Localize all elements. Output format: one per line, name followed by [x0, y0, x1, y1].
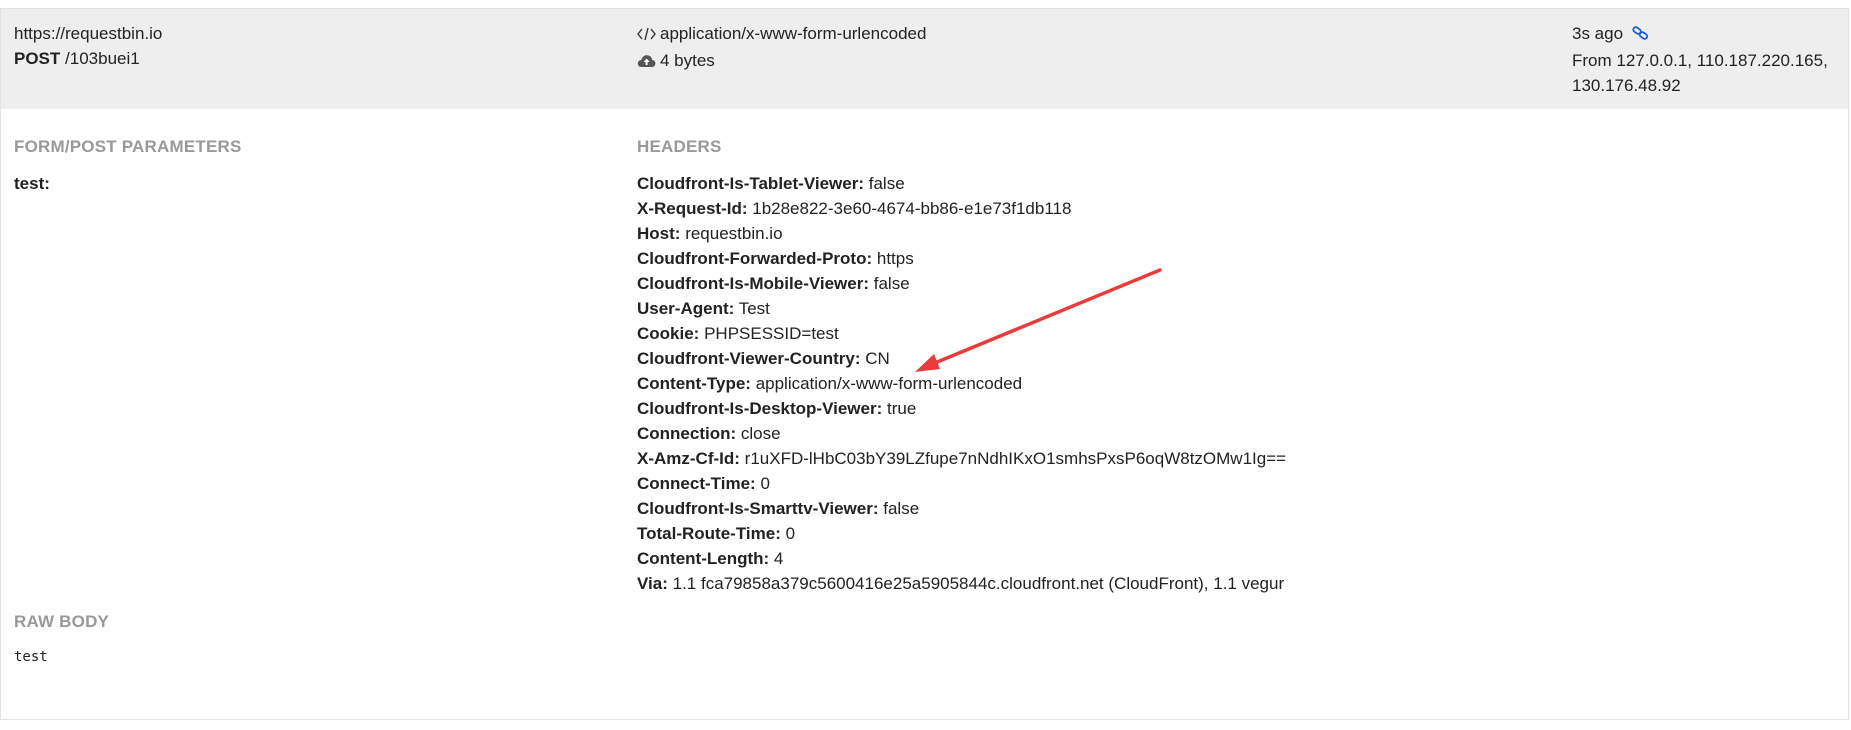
- time-ago: 3s ago: [1572, 24, 1624, 43]
- header-value: 1.1 fca79858a379c5600416e25a5905844c.clo…: [672, 574, 1285, 593]
- content-type-value: application/x-www-form-urlencoded: [660, 24, 927, 43]
- header-key: Connect-Time:: [637, 474, 756, 493]
- raw-body-title: RAW BODY: [14, 612, 110, 631]
- header-key: Content-Length:: [637, 549, 770, 568]
- request-summary: https://requestbin.io POST /103buei1 app…: [1, 9, 1848, 109]
- form-param-key: test:: [14, 174, 50, 193]
- request-line: POST /103buei1: [14, 46, 162, 71]
- header-row: Cloudfront-Forwarded-Proto: https: [637, 246, 1286, 271]
- header-key: Host:: [637, 224, 681, 243]
- header-key: Cloudfront-Is-Smarttv-Viewer:: [637, 499, 879, 518]
- header-key: X-Request-Id:: [637, 199, 748, 218]
- header-row: Connect-Time: 0: [637, 471, 1286, 496]
- header-row: Host: requestbin.io: [637, 221, 1286, 246]
- headers-list: Cloudfront-Is-Tablet-Viewer: false X-Req…: [637, 171, 1286, 596]
- header-value: true: [887, 399, 917, 418]
- header-key: Via:: [637, 574, 668, 593]
- header-value: close: [740, 424, 781, 443]
- cloud-upload-icon: [637, 50, 656, 75]
- header-value: 1b28e822-3e60-4674-bb86-e1e73f1db118: [752, 199, 1072, 218]
- time-line: 3s ago: [1572, 21, 1828, 48]
- header-row: Total-Route-Time: 0: [637, 521, 1286, 546]
- form-param-row: test:: [14, 171, 50, 196]
- form-params-list: test:: [14, 171, 50, 196]
- header-value: application/x-www-form-urlencoded: [755, 374, 1023, 393]
- header-value: PHPSESSID=test: [704, 324, 839, 343]
- header-key: Cloudfront-Forwarded-Proto:: [637, 249, 873, 268]
- header-row: Connection: close: [637, 421, 1286, 446]
- header-row: Cloudfront-Is-Tablet-Viewer: false: [637, 171, 1286, 196]
- header-row: Cloudfront-Is-Desktop-Viewer: true: [637, 396, 1286, 421]
- header-value: Test: [738, 299, 770, 318]
- request-panel: https://requestbin.io POST /103buei1 app…: [0, 8, 1849, 720]
- header-row: Content-Type: application/x-www-form-url…: [637, 371, 1286, 396]
- header-key: Content-Type:: [637, 374, 751, 393]
- header-value: 4: [773, 549, 784, 568]
- request-meta: application/x-www-form-urlencoded 4 byte…: [637, 21, 926, 75]
- headers-title: HEADERS: [637, 137, 722, 156]
- header-row: User-Agent: Test: [637, 296, 1286, 321]
- header-key: Total-Route-Time:: [637, 524, 781, 543]
- header-row: Via: 1.1 fca79858a379c5600416e25a5905844…: [637, 571, 1286, 596]
- header-value: false: [873, 274, 910, 293]
- header-value: false: [868, 174, 905, 193]
- request-method: POST: [14, 49, 61, 68]
- header-value: CN: [865, 349, 890, 368]
- header-row: Cloudfront-Is-Mobile-Viewer: false: [637, 271, 1286, 296]
- header-value: false: [883, 499, 920, 518]
- header-row: Cookie: PHPSESSID=test: [637, 321, 1286, 346]
- header-key: User-Agent:: [637, 299, 735, 318]
- size-value: 4 bytes: [660, 51, 715, 70]
- base-url: https://requestbin.io: [14, 24, 163, 43]
- header-value: 0: [760, 474, 770, 493]
- header-row: X-Request-Id: 1b28e822-3e60-4674-bb86-e1…: [637, 196, 1286, 221]
- header-key: Cloudfront-Is-Mobile-Viewer:: [637, 274, 870, 293]
- header-row: X-Amz-Cf-Id: r1uXFD-lHbC03bY39LZfupe7nNd…: [637, 446, 1286, 471]
- header-key: X-Amz-Cf-Id:: [637, 449, 740, 468]
- from-line-2: 130.176.48.92: [1572, 76, 1681, 95]
- code-icon: [637, 23, 656, 48]
- header-row: Cloudfront-Viewer-Country: CN: [637, 346, 1286, 371]
- header-value: 0: [785, 524, 796, 543]
- header-value: r1uXFD-lHbC03bY39LZfupe7nNdhIKxO1smhsPxs…: [744, 449, 1287, 468]
- request-origin: 3s ago From 127.0.0.1, 110.187.220.165, …: [1572, 21, 1828, 98]
- request-path: /103buei1: [65, 49, 140, 68]
- size-line: 4 bytes: [637, 48, 926, 75]
- header-row: Content-Length: 4: [637, 546, 1286, 571]
- content-type-line: application/x-www-form-urlencoded: [637, 21, 926, 48]
- header-value: https: [876, 249, 914, 268]
- header-key: Cloudfront-Is-Desktop-Viewer:: [637, 399, 883, 418]
- raw-body-content: test: [14, 649, 48, 665]
- link-icon[interactable]: [1632, 23, 1649, 48]
- header-key: Cloudfront-Viewer-Country:: [637, 349, 861, 368]
- request-target: https://requestbin.io POST /103buei1: [14, 21, 162, 71]
- header-row: Cloudfront-Is-Smarttv-Viewer: false: [637, 496, 1286, 521]
- header-key: Cloudfront-Is-Tablet-Viewer:: [637, 174, 864, 193]
- form-params-title: FORM/POST PARAMETERS: [14, 137, 242, 156]
- header-value: requestbin.io: [685, 224, 783, 243]
- header-key: Connection:: [637, 424, 737, 443]
- from-line-1: From 127.0.0.1, 110.187.220.165,: [1572, 51, 1828, 70]
- header-key: Cookie:: [637, 324, 700, 343]
